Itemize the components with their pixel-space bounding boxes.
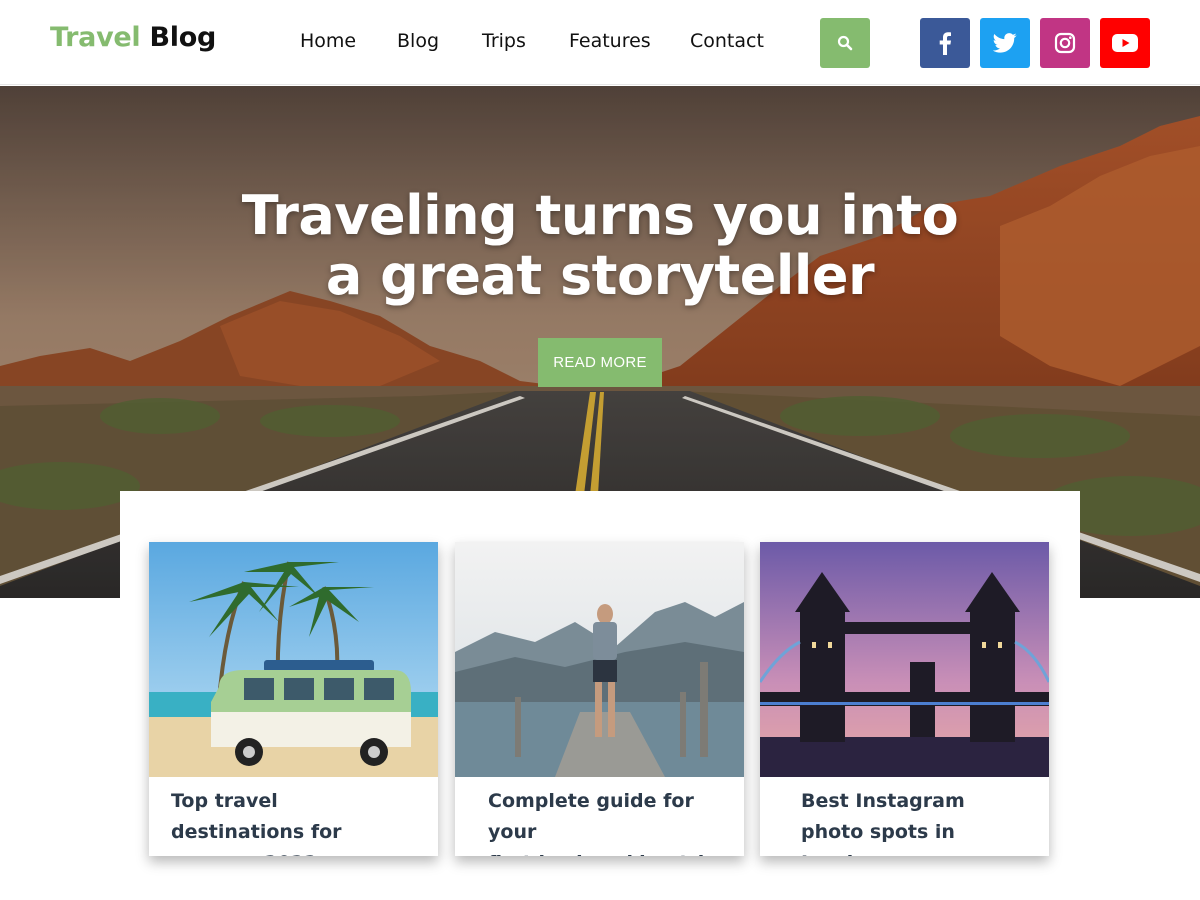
post-title[interactable]: Top travel destinations for summer 2022 … [149, 786, 438, 856]
post-title-line2: photo spots in London [801, 821, 955, 856]
post-card-summer-destinations[interactable]: Top travel destinations for summer 2022 … [149, 542, 438, 856]
post-card-backpacking-guide[interactable]: Complete guide for your first backpackin… [455, 542, 744, 856]
facebook-button[interactable] [920, 18, 970, 68]
nav-contact[interactable]: Contact [690, 30, 764, 52]
youtube-button[interactable] [1100, 18, 1150, 68]
logo-word-travel: Travel [50, 22, 141, 53]
hero-title: Traveling turns you into a great storyte… [0, 186, 1200, 306]
logo-word-blog: Blog [149, 22, 216, 53]
youtube-icon [1112, 34, 1138, 52]
nav-features[interactable]: Features [569, 30, 651, 52]
twitter-icon [993, 33, 1017, 53]
nav-home[interactable]: Home [300, 30, 356, 52]
post-thumbnail-hiker-lake[interactable] [455, 542, 744, 777]
post-card-london-instagram[interactable]: Best Instagram photo spots in London [760, 542, 1049, 856]
hero-title-line1: Traveling turns you into [241, 184, 959, 247]
read-more-button[interactable]: READ MORE [538, 338, 662, 387]
post-title[interactable]: Complete guide for your first backpackin… [455, 786, 744, 856]
post-title-line2: first backpacking trip [488, 848, 722, 856]
post-thumbnail-van-beach[interactable] [149, 542, 438, 777]
post-title-line1: Best Instagram [801, 790, 965, 812]
instagram-button[interactable] [1040, 18, 1090, 68]
featured-posts-panel: Top travel destinations for summer 2022 … [120, 491, 1080, 900]
post-title-line1: Complete guide for your [488, 790, 694, 843]
hero-title-line2: a great storyteller [325, 244, 875, 307]
instagram-icon [1054, 32, 1076, 54]
facebook-icon [939, 32, 951, 55]
post-title-line2: summer 2022 (updated) [171, 848, 416, 856]
nav-blog[interactable]: Blog [397, 30, 439, 52]
post-title[interactable]: Best Instagram photo spots in London [760, 786, 1049, 856]
site-header: Travel Blog Home Blog Trips Features Con… [0, 0, 1200, 85]
site-logo[interactable]: Travel Blog [50, 22, 216, 53]
twitter-button[interactable] [980, 18, 1030, 68]
post-thumbnail-tower-bridge[interactable] [760, 542, 1049, 777]
nav-trips[interactable]: Trips [482, 30, 526, 52]
post-title-line1: Top travel destinations for [171, 790, 342, 843]
search-button[interactable] [820, 18, 870, 68]
search-icon [837, 35, 853, 51]
